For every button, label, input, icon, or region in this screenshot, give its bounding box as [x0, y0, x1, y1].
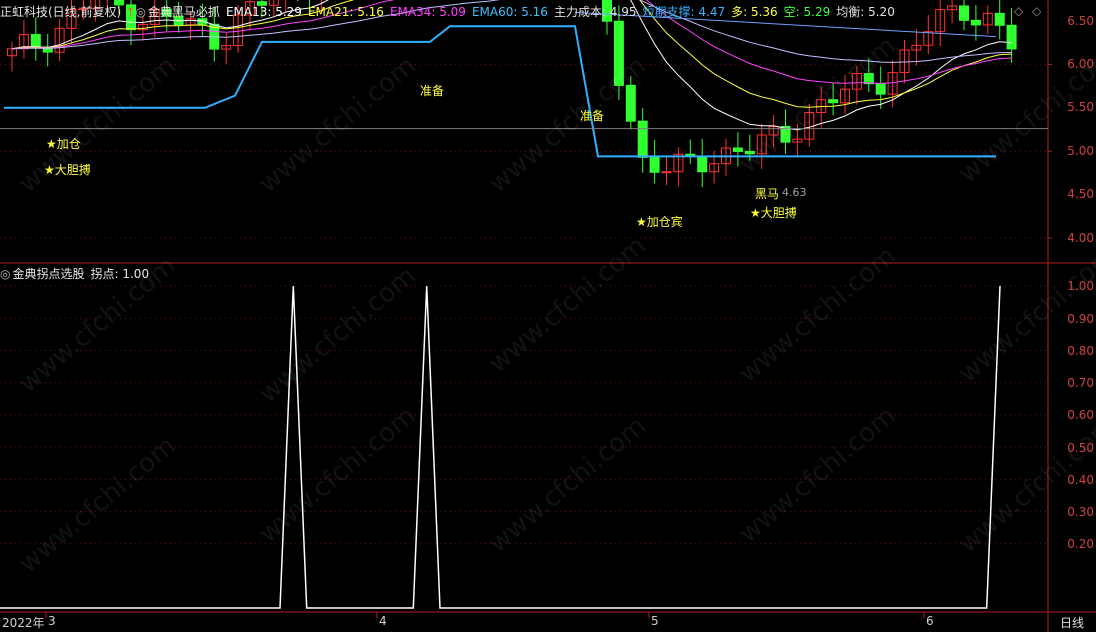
sub-tick: 0.80: [1067, 344, 1094, 358]
ema34-value: EMA34: 5.09: [389, 5, 466, 19]
candle-body: [828, 99, 839, 104]
sub-header: ◎ 金典拐点选股 拐点: 1.00: [0, 265, 155, 283]
sub-tick: 0.30: [1067, 505, 1094, 519]
candle-body: [959, 5, 969, 21]
support-value: 短期支撑: 4.47: [642, 5, 726, 19]
candle-body: [875, 83, 886, 95]
date-jun: 6: [926, 614, 934, 628]
price-tick: 6.50: [1067, 14, 1094, 28]
sub-tick: 1.00: [1067, 279, 1094, 293]
price-tick: 5.50: [1067, 100, 1094, 114]
candle-body: [697, 155, 708, 173]
date-year: 2022年: [2, 616, 45, 630]
up-arrow-icon: 🡑: [127, 5, 134, 19]
price-tick: 4.00: [1067, 231, 1094, 245]
anno-bold-1: ★大胆搏: [44, 163, 91, 177]
candle-body: [744, 150, 755, 155]
anno-horse: 黑马: [755, 187, 780, 201]
price-axis[interactable]: 6.50 6.00 5.50 5.00 4.50 4.00: [1048, 0, 1096, 262]
indicator-name[interactable]: 金典黑马必抓: [148, 5, 220, 19]
sub-tick: 0.60: [1067, 408, 1094, 422]
sub-tick: 0.50: [1067, 441, 1094, 455]
candle-body: [1006, 24, 1017, 50]
collapse-icon[interactable]: ◎: [135, 5, 145, 19]
anno-bull: ★加仓宾: [636, 215, 683, 229]
ema21-value: EMA21: 5.16: [307, 5, 384, 19]
candle-body: [661, 171, 672, 174]
kline-chart[interactable]: [0, 0, 1096, 632]
date-apr: 4: [379, 614, 387, 628]
candle-body: [30, 34, 41, 48]
price-tick: 5.00: [1067, 144, 1094, 158]
diamond-icon[interactable]: ◇: [1014, 4, 1023, 18]
date-may: 5: [651, 614, 659, 628]
candle-body: [637, 120, 648, 158]
candle-body: [970, 19, 981, 26]
sub-tick: 0.90: [1067, 312, 1094, 326]
price-tick: 4.50: [1067, 187, 1094, 201]
sub-tick: 0.70: [1067, 376, 1094, 390]
anno-bold-2: ★大胆搏: [750, 206, 797, 220]
price-tick: 6.00: [1067, 57, 1094, 71]
candle-body: [732, 147, 743, 152]
sub-tick: 0.20: [1067, 537, 1094, 551]
candle-body: [613, 20, 624, 86]
anno-add-1: ★加仓: [46, 137, 81, 151]
settings-icon[interactable]: ◇: [1032, 4, 1041, 18]
candle-body: [625, 84, 636, 122]
ema13-value: EMA13: 5.29: [225, 5, 302, 19]
sub-indicator-name[interactable]: 金典拐点选股: [12, 267, 84, 281]
anno-prep-1: 准备: [420, 84, 445, 98]
cost-value: 主力成本: 4.95: [553, 5, 637, 19]
candle-body: [649, 156, 660, 173]
sub-tick: 0.40: [1067, 473, 1094, 487]
ema60-value: EMA60: 5.16: [471, 5, 548, 19]
balance-value: 均衡: 5.20: [836, 5, 895, 19]
candle-body: [863, 73, 874, 85]
support-line: [4, 25, 996, 158]
long-value: 多: 5.36: [731, 5, 778, 19]
sub-indicator-value: 拐点: 1.00: [90, 267, 150, 281]
candle-body: [994, 12, 1005, 26]
period-button[interactable]: 日线: [1060, 614, 1084, 631]
short-value: 空: 5.29: [783, 5, 831, 19]
collapse-icon-2[interactable]: ◎: [0, 267, 10, 281]
price-mark: 4.63: [782, 186, 807, 199]
sub-axis[interactable]: 1.00 0.90 0.80 0.70 0.60 0.50 0.40 0.30 …: [1048, 262, 1096, 612]
stock-name[interactable]: 正虹科技(日线,前复权): [0, 5, 121, 19]
anno-prep-2: 准备: [580, 109, 605, 123]
main-header: 正虹科技(日线,前复权) 🡑 ◎ 金典黑马必抓 EMA13: 5.29 EMA21: 5.…: [0, 3, 901, 21]
date-mar: 3: [48, 614, 56, 628]
